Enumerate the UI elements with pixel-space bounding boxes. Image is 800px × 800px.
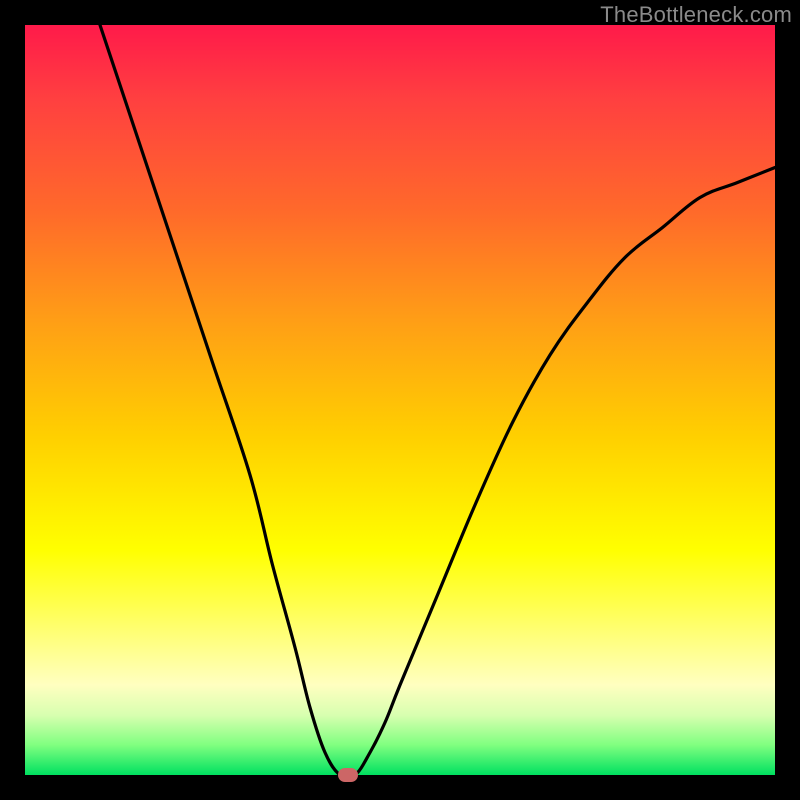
bottleneck-curve [100, 25, 775, 775]
chart-frame: TheBottleneck.com [0, 0, 800, 800]
optimum-marker [338, 768, 358, 782]
plot-area [25, 25, 775, 775]
curve-svg [25, 25, 775, 775]
